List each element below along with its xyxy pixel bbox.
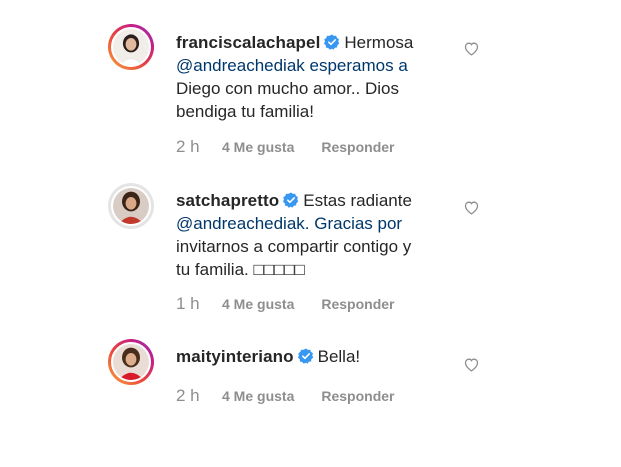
story-ring[interactable] bbox=[108, 339, 154, 385]
verified-badge-icon bbox=[283, 192, 299, 208]
comment-line: invitarnos a compartir contigo y bbox=[176, 237, 412, 256]
comment-line: @andreachediak. Gracias por bbox=[176, 214, 403, 233]
comment-meta: 2 h 4 Me gusta Responder bbox=[176, 137, 394, 157]
heart-outline-icon[interactable] bbox=[463, 40, 480, 57]
comment-line: Bella! bbox=[317, 347, 361, 366]
comment-time[interactable]: 2 h bbox=[176, 137, 222, 157]
comment-text: satchapretto Estas radiante @andreachedia… bbox=[176, 189, 426, 281]
comment-line: Estas radiante bbox=[303, 191, 412, 210]
heart-outline-icon[interactable] bbox=[463, 356, 480, 373]
comment-line: tu familia. □□□□□ bbox=[176, 260, 305, 279]
verified-badge-icon bbox=[297, 348, 313, 364]
comment-likes[interactable]: 4 Me gusta bbox=[222, 388, 294, 404]
avatar[interactable] bbox=[111, 186, 151, 226]
comment-line: Diego con mucho amor.. Dios bbox=[176, 79, 399, 98]
avatar[interactable] bbox=[111, 27, 151, 67]
comment-meta: 2 h 4 Me gusta Responder bbox=[176, 386, 394, 406]
comment-meta: 1 h 4 Me gusta Responder bbox=[176, 294, 394, 314]
story-ring[interactable] bbox=[108, 24, 154, 70]
comment-line: Hermosa bbox=[344, 33, 414, 52]
comment-username[interactable]: maityinteriano bbox=[176, 347, 294, 366]
comment-username[interactable]: franciscalachapel bbox=[176, 33, 320, 52]
comment-line: bendiga tu familia! bbox=[176, 102, 314, 121]
reply-button[interactable]: Responder bbox=[321, 296, 394, 312]
comment-likes[interactable]: 4 Me gusta bbox=[222, 296, 294, 312]
avatar-image bbox=[113, 29, 149, 65]
comment-time[interactable]: 1 h bbox=[176, 294, 222, 314]
reply-button[interactable]: Responder bbox=[321, 388, 394, 404]
avatar-ring[interactable] bbox=[108, 183, 154, 229]
avatar-image bbox=[113, 188, 149, 224]
comment-text: maityinteriano Bella! bbox=[176, 345, 426, 368]
comment-time[interactable]: 2 h bbox=[176, 386, 222, 406]
avatar-image bbox=[113, 344, 149, 380]
reply-button[interactable]: Responder bbox=[321, 139, 394, 155]
comment-line: @andreachediak esperamos a bbox=[176, 56, 408, 75]
comment-text: franciscalachapel Hermosa @andreachediak … bbox=[176, 31, 426, 123]
avatar[interactable] bbox=[111, 342, 151, 382]
comment-username[interactable]: satchapretto bbox=[176, 191, 279, 210]
verified-badge-icon bbox=[324, 34, 340, 50]
comment-likes[interactable]: 4 Me gusta bbox=[222, 139, 294, 155]
heart-outline-icon[interactable] bbox=[463, 199, 480, 216]
